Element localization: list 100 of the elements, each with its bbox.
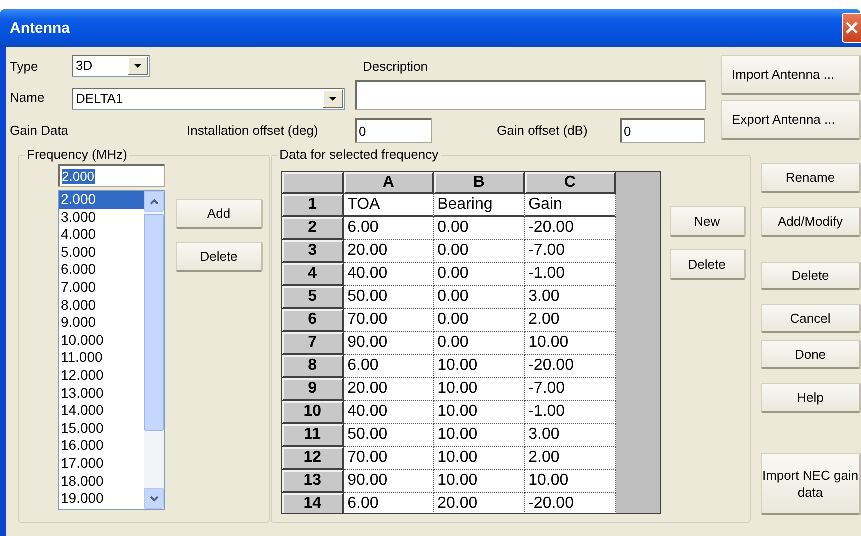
row-header[interactable]: 8 bbox=[282, 355, 344, 378]
column-header[interactable]: B bbox=[434, 172, 525, 194]
table-cell: 50.00 bbox=[344, 286, 434, 309]
list-item[interactable]: 16.000 bbox=[59, 437, 144, 455]
dialog-button[interactable]: Rename bbox=[761, 163, 861, 193]
toolbar-button[interactable]: Import Antenna ... bbox=[721, 55, 861, 95]
frequency-input[interactable]: 2.000 bbox=[58, 164, 165, 187]
dropdown-arrow-icon bbox=[134, 64, 142, 68]
list-item[interactable]: 6.000 bbox=[59, 261, 144, 279]
list-item[interactable]: 19.000 bbox=[59, 490, 144, 508]
table-cell: 20.00 bbox=[344, 378, 434, 401]
table-cell: 90.00 bbox=[344, 470, 434, 493]
list-item[interactable]: 4.000 bbox=[59, 226, 144, 244]
chevron-up-icon bbox=[150, 198, 158, 204]
list-item[interactable]: 2.000 bbox=[59, 191, 144, 209]
list-item[interactable]: 9.000 bbox=[59, 314, 144, 332]
list-item[interactable]: 8.000 bbox=[59, 296, 144, 314]
table-cell: 6.00 bbox=[344, 217, 434, 240]
table-cell: 0.00 bbox=[434, 240, 525, 263]
list-item[interactable]: 15.000 bbox=[59, 420, 144, 438]
gain-offset-label: Gain offset (dB) bbox=[497, 123, 589, 138]
toolbar-button[interactable]: Export Antenna ... bbox=[721, 100, 861, 140]
row-header[interactable]: 7 bbox=[282, 332, 344, 355]
table-cell: 0.00 bbox=[434, 286, 525, 309]
row-header[interactable]: 14 bbox=[282, 493, 344, 513]
table-cell: 10.00 bbox=[434, 424, 525, 447]
list-item[interactable]: 17.000 bbox=[59, 454, 144, 472]
table-cell: 10.00 bbox=[434, 447, 525, 470]
list-item[interactable]: 10.000 bbox=[59, 332, 144, 350]
table-cell: -7.00 bbox=[524, 378, 616, 401]
name-dropdown[interactable]: DELTA1 bbox=[72, 88, 345, 110]
scrollbar[interactable] bbox=[144, 191, 164, 509]
delete-button[interactable]: Delete bbox=[176, 242, 263, 272]
table-cell: 6.00 bbox=[344, 493, 434, 513]
list-item[interactable]: 12.000 bbox=[59, 366, 144, 385]
group-title: Data for selected frequency bbox=[278, 148, 440, 162]
row-header[interactable]: 2 bbox=[282, 217, 344, 240]
table-cell: 10.00 bbox=[434, 470, 525, 493]
table-cell: -20.00 bbox=[524, 493, 616, 513]
table-cell: -20.00 bbox=[524, 217, 616, 240]
list-item[interactable]: 7.000 bbox=[59, 278, 144, 297]
description-field[interactable] bbox=[355, 80, 706, 110]
dialog-button[interactable]: Done bbox=[761, 340, 861, 369]
list-item[interactable]: 5.000 bbox=[59, 244, 144, 262]
row-header[interactable]: 9 bbox=[282, 378, 344, 401]
dialog-button[interactable]: Help bbox=[761, 383, 861, 413]
new-button[interactable]: New bbox=[670, 206, 746, 237]
table-cell: 10.00 bbox=[524, 470, 616, 493]
row-header[interactable]: 5 bbox=[282, 286, 344, 309]
table-cell: 3.00 bbox=[524, 424, 616, 447]
list-item[interactable]: 13.000 bbox=[59, 384, 144, 402]
table-cell: 40.00 bbox=[344, 263, 434, 286]
gain-data-label: Gain Data bbox=[10, 123, 70, 138]
name-label: Name bbox=[10, 90, 46, 105]
table-cell: 2.00 bbox=[524, 447, 616, 470]
type-dropdown[interactable]: 3D bbox=[72, 55, 150, 77]
table-cell: 40.00 bbox=[344, 401, 434, 424]
column-header[interactable]: A bbox=[344, 172, 434, 194]
list-item[interactable]: 3.000 bbox=[59, 208, 144, 226]
row-header[interactable]: 10 bbox=[282, 401, 344, 424]
table-cell: 2.00 bbox=[524, 309, 616, 332]
table-cell: 90.00 bbox=[344, 332, 434, 355]
table-cell: 3.00 bbox=[524, 286, 616, 309]
table-cell: 0.00 bbox=[434, 309, 525, 332]
gain-offset-field[interactable]: 0 bbox=[620, 118, 705, 143]
list-item[interactable]: 14.000 bbox=[59, 402, 144, 420]
column-header[interactable]: C bbox=[524, 172, 616, 194]
table-cell: 6.00 bbox=[344, 355, 434, 378]
description-label: Description bbox=[362, 58, 430, 74]
installation-offset-label: Installation offset (deg) bbox=[187, 123, 320, 138]
installation-offset-field[interactable]: 0 bbox=[355, 118, 432, 143]
row-header[interactable]: 4 bbox=[282, 263, 344, 286]
row-header[interactable]: 6 bbox=[282, 309, 344, 332]
table-cell: 10.00 bbox=[434, 401, 525, 424]
add-button[interactable]: Add bbox=[176, 199, 263, 229]
table-cell: 50.00 bbox=[344, 424, 434, 447]
row-header[interactable]: 12 bbox=[282, 447, 344, 470]
table-cell: -1.00 bbox=[524, 401, 616, 424]
table-cell: 0.00 bbox=[434, 217, 525, 240]
type-label: Type bbox=[10, 58, 40, 74]
window-title: Antenna bbox=[10, 20, 70, 36]
list-item[interactable]: 18.000 bbox=[59, 472, 144, 490]
row-header[interactable]: 13 bbox=[282, 470, 344, 493]
row-header[interactable]: 11 bbox=[282, 424, 344, 447]
dialog-button[interactable]: Cancel bbox=[761, 304, 861, 333]
dialog-button[interactable]: Import NEC gain data bbox=[761, 453, 861, 515]
table-cell: -7.00 bbox=[524, 240, 616, 263]
delete-button[interactable]: Delete bbox=[670, 249, 746, 280]
list-item[interactable]: 11.000 bbox=[59, 349, 144, 367]
table-cell: TOA bbox=[344, 194, 434, 217]
dialog-button[interactable]: Delete bbox=[761, 262, 861, 290]
row-header[interactable]: 3 bbox=[282, 240, 344, 263]
table-cell: 0.00 bbox=[434, 332, 525, 355]
table-cell: 10.00 bbox=[434, 355, 525, 378]
close-button[interactable] bbox=[842, 13, 861, 43]
row-header[interactable]: 1 bbox=[282, 194, 344, 217]
table-cell: 70.00 bbox=[344, 447, 434, 470]
table-cell: -1.00 bbox=[524, 263, 616, 286]
table-cell: -20.00 bbox=[524, 355, 616, 378]
dialog-button[interactable]: Add/Modify bbox=[761, 207, 861, 237]
